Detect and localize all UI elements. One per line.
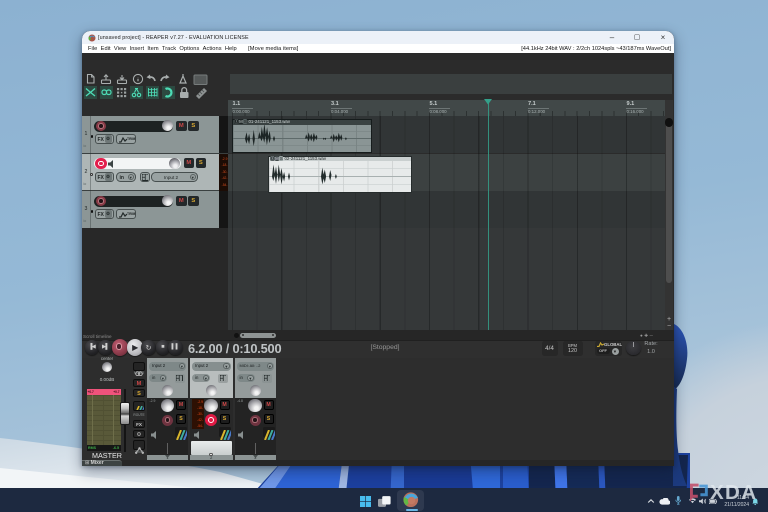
svg-text:XDA: XDA (710, 481, 756, 504)
